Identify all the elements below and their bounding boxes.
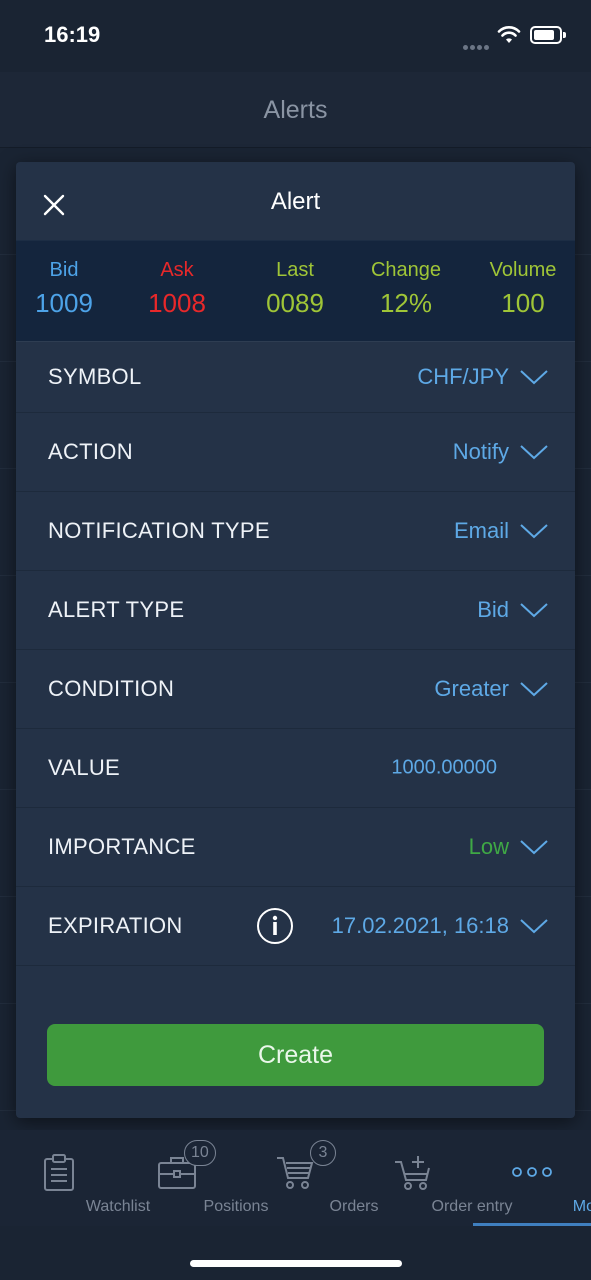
field-value: Email	[453, 518, 509, 543]
field-label: ACTION	[48, 439, 133, 464]
chevron-down-icon	[520, 840, 548, 855]
page-title: Alerts	[263, 96, 328, 124]
value-input[interactable]: 1000.00000	[391, 757, 497, 780]
field-value: Low	[468, 834, 509, 859]
field-value: Bid	[477, 597, 509, 622]
field-label: EXPIRATION	[48, 913, 183, 938]
value-field[interactable]: VALUE 1000.00000	[16, 729, 575, 808]
quote-panel: Bid 1009 Ask 1008 Last 0089 Change 12% V…	[16, 240, 575, 342]
quote-label: Bid	[49, 259, 79, 281]
signal-dots-icon	[463, 37, 491, 55]
quote-label: Ask	[160, 259, 194, 281]
action-select[interactable]: ACTION Notify	[16, 413, 575, 492]
field-value: Greater	[434, 676, 509, 701]
more-dots-icon	[512, 1167, 552, 1177]
quote-volume: Volume 100	[476, 259, 570, 319]
chevron-down-icon	[520, 919, 548, 934]
info-icon[interactable]	[256, 907, 294, 945]
cart-icon	[277, 1157, 314, 1189]
dialog-title: Alert	[270, 188, 321, 215]
quote-ask: Ask 1008	[128, 259, 226, 319]
expiration-select[interactable]: EXPIRATION 17.02.2021, 16:18	[16, 887, 575, 966]
field-value: 17.02.2021, 16:18	[331, 913, 509, 938]
dialog-header: Alert	[16, 162, 575, 240]
orders-count-badge: 3	[310, 1140, 336, 1166]
tab-label: More	[572, 1198, 591, 1215]
importance-select[interactable]: IMPORTANCE Low	[16, 808, 575, 887]
chevron-down-icon	[520, 445, 548, 460]
quote-label: Last	[276, 259, 314, 281]
cart-plus-icon	[395, 1156, 430, 1190]
quote-value: 12%	[379, 288, 433, 318]
quote-bid: Bid 1009	[16, 259, 112, 319]
battery-icon	[530, 26, 566, 44]
bottom-tab-bar: Watchlist 10 Positions 3 Orders Order en…	[0, 1130, 591, 1226]
quote-value: 1009	[35, 288, 93, 318]
status-time: 16:19	[44, 22, 101, 47]
quote-change: Change 12%	[360, 259, 452, 319]
field-value: CHF/JPY	[417, 364, 509, 389]
quote-value: 0089	[266, 288, 324, 318]
positions-count-badge: 10	[184, 1140, 216, 1166]
tab-order-entry[interactable]: Order entry	[354, 1130, 512, 1226]
chevron-down-icon	[520, 682, 548, 697]
field-label: ALERT TYPE	[48, 597, 185, 622]
notification-type-select[interactable]: NOTIFICATION TYPE Email	[16, 492, 575, 571]
chevron-down-icon	[520, 603, 548, 618]
condition-select[interactable]: CONDITION Greater	[16, 650, 575, 729]
chevron-down-icon	[520, 370, 548, 385]
field-label: IMPORTANCE	[48, 834, 196, 859]
tab-orders[interactable]: 3 Orders	[236, 1130, 378, 1226]
chevron-down-icon	[520, 524, 548, 539]
page-header: Alerts	[0, 72, 591, 148]
quote-last: Last 0089	[248, 259, 342, 319]
quote-value: 100	[501, 288, 545, 318]
quote-value: 1008	[148, 288, 206, 318]
quote-label: Volume	[489, 259, 557, 281]
status-bar: 16:19	[0, 0, 591, 72]
field-label: VALUE	[48, 755, 121, 780]
field-label: CONDITION	[48, 676, 175, 701]
tab-positions[interactable]: 10 Positions	[118, 1130, 268, 1226]
wifi-icon	[497, 26, 521, 43]
alert-form: SYMBOL CHF/JPY ACTION Notify NOTIFICATIO…	[16, 342, 575, 966]
alert-type-select[interactable]: ALERT TYPE Bid	[16, 571, 575, 650]
home-indicator	[190, 1260, 402, 1267]
alert-dialog: Alert Bid 1009 Ask 1008 Last 0089 Change…	[16, 162, 575, 1118]
symbol-select[interactable]: SYMBOL CHF/JPY	[16, 342, 575, 413]
tab-more[interactable]: More	[473, 1130, 591, 1226]
field-label: NOTIFICATION TYPE	[48, 518, 270, 543]
field-label: SYMBOL	[48, 364, 142, 389]
create-button[interactable]: Create	[47, 1024, 544, 1086]
clipboard-icon	[44, 1154, 74, 1191]
quote-label: Change	[370, 259, 442, 281]
tab-watchlist[interactable]: Watchlist	[0, 1130, 150, 1226]
field-value: Notify	[452, 439, 509, 464]
